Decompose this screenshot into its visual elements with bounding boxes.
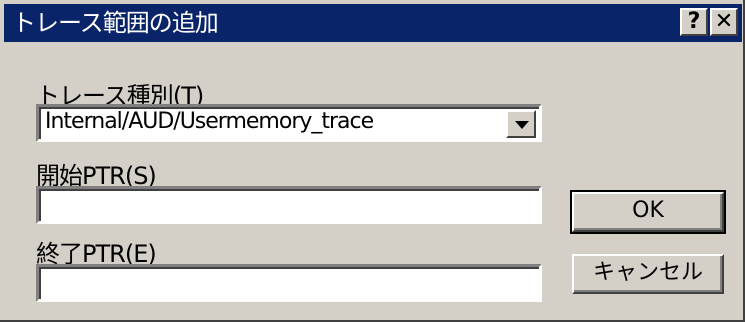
trace-type-value: Internal/AUD/Usermemory_trace (45, 109, 374, 134)
end-ptr-input[interactable] (36, 264, 542, 302)
dialog-title: トレース範囲の追加 (12, 9, 219, 37)
title-bar[interactable]: トレース範囲の追加 ? ✕ (4, 4, 742, 42)
chevron-down-icon[interactable] (506, 110, 536, 138)
ok-button[interactable]: OK (570, 190, 726, 234)
trace-type-select[interactable]: Internal/AUD/Usermemory_trace (36, 104, 542, 142)
start-ptr-input[interactable] (36, 186, 542, 224)
add-trace-range-dialog: トレース範囲の追加 ? ✕ トレース種別(T) Internal/AUD/Use… (0, 0, 745, 322)
cancel-button[interactable]: キャンセル (572, 254, 724, 294)
help-button[interactable]: ? (680, 8, 708, 36)
close-button[interactable]: ✕ (710, 8, 738, 36)
